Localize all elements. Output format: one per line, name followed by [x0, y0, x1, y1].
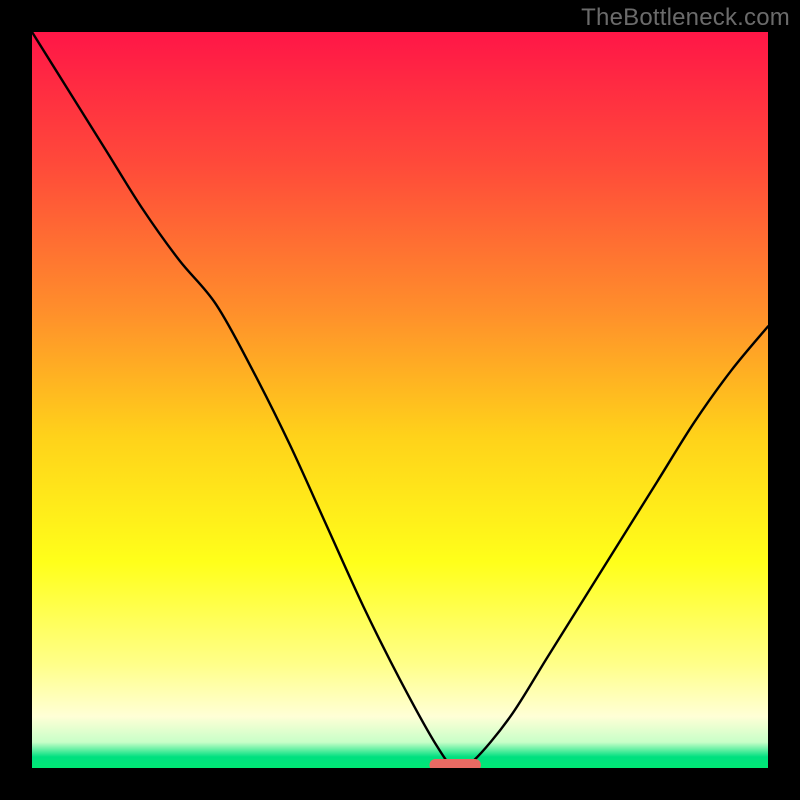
chart-frame: TheBottleneck.com	[0, 0, 800, 800]
gradient-background	[32, 32, 768, 768]
optimal-range-marker	[429, 759, 481, 768]
bottleneck-chart	[32, 32, 768, 768]
watermark-text: TheBottleneck.com	[581, 4, 790, 32]
